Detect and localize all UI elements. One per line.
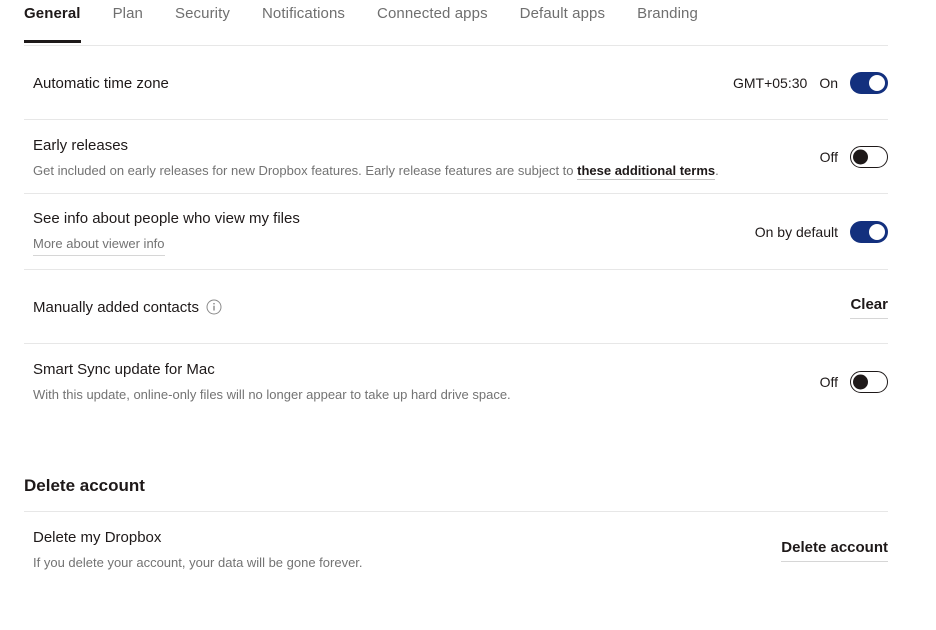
- row-text-block: Early releases Get included on early rel…: [24, 135, 719, 180]
- row-controls: Delete account: [781, 538, 888, 562]
- timezone-value: GMT+05:30: [732, 75, 808, 91]
- toggle-state-label: On: [819, 75, 838, 91]
- setting-description: If you delete your account, your data wi…: [33, 555, 363, 570]
- setting-description: Get included on early releases for new D…: [33, 162, 719, 180]
- general-settings-list: Automatic time zone GMT+05:30 On Early r…: [0, 46, 936, 418]
- row-text-block: Automatic time zone: [24, 73, 169, 94]
- info-circle-icon[interactable]: [206, 299, 222, 315]
- delete-account-section: Delete account Delete my Dropbox If you …: [0, 474, 936, 586]
- settings-page: General Plan Security Notifications Conn…: [0, 0, 936, 630]
- delete-account-header: Delete account: [24, 474, 888, 512]
- setting-title: Smart Sync update for Mac: [33, 361, 215, 378]
- more-about-viewer-info-link[interactable]: More about viewer info: [33, 235, 165, 256]
- tab-security[interactable]: Security: [175, 0, 230, 43]
- description-text-prefix: Get included on early releases for new D…: [33, 162, 578, 178]
- tab-branding[interactable]: Branding: [637, 0, 698, 43]
- section-title: Delete account: [24, 476, 145, 495]
- row-text-block: See info about people who view my files …: [24, 208, 300, 256]
- row-controls: On by default: [755, 221, 888, 243]
- row-controls: Off: [820, 146, 888, 168]
- delete-my-dropbox-row: Delete my Dropbox If you delete your acc…: [24, 512, 888, 586]
- toggle-state-label: Off: [819, 149, 838, 165]
- setting-title-wrapper: Manually added contacts: [33, 297, 222, 318]
- setting-title: Manually added contacts: [33, 298, 199, 316]
- setting-description: With this update, online-only files will…: [33, 387, 511, 402]
- settings-tabbar: General Plan Security Notifications Conn…: [0, 0, 936, 46]
- row-text-block: Delete my Dropbox If you delete your acc…: [24, 527, 363, 572]
- row-controls: Off: [819, 370, 888, 393]
- toggle-viewer-info[interactable]: [850, 221, 888, 243]
- setting-title: Automatic time zone: [33, 74, 169, 92]
- toggle-smart-sync[interactable]: [850, 370, 888, 393]
- toggle-early-releases[interactable]: [850, 146, 888, 168]
- toggle-knob: [869, 224, 885, 240]
- tab-general[interactable]: General: [24, 0, 81, 43]
- setting-row-automatic-time-zone: Automatic time zone GMT+05:30 On: [24, 46, 888, 120]
- setting-title: See info about people who view my files: [33, 210, 300, 227]
- row-text-block: Manually added contacts: [24, 297, 222, 318]
- tab-notifications[interactable]: Notifications: [262, 0, 345, 43]
- row-controls: GMT+05:30 On: [733, 72, 888, 94]
- tab-default-apps[interactable]: Default apps: [520, 0, 605, 43]
- toggle-knob: [853, 374, 868, 389]
- tab-plan[interactable]: Plan: [113, 0, 143, 43]
- toggle-state-label: Off: [819, 373, 838, 390]
- toggle-state-label: On by default: [754, 224, 838, 240]
- additional-terms-link[interactable]: these additional terms: [577, 162, 716, 180]
- setting-title: Delete my Dropbox: [33, 529, 162, 546]
- setting-row-viewer-info: See info about people who view my files …: [24, 194, 888, 270]
- setting-title: Early releases: [33, 136, 129, 154]
- setting-row-smart-sync: Smart Sync update for Mac With this upda…: [24, 344, 888, 418]
- toggle-knob: [869, 75, 885, 91]
- setting-row-early-releases: Early releases Get included on early rel…: [24, 120, 888, 194]
- toggle-automatic-time-zone[interactable]: [850, 72, 888, 94]
- toggle-knob: [853, 149, 868, 165]
- tab-connected-apps[interactable]: Connected apps: [377, 0, 488, 43]
- setting-row-manually-added-contacts: Manually added contacts Clear: [24, 270, 888, 344]
- description-text-suffix: .: [715, 162, 719, 178]
- clear-contacts-button[interactable]: Clear: [850, 295, 888, 319]
- delete-account-button[interactable]: Delete account: [781, 538, 888, 562]
- row-text-block: Smart Sync update for Mac With this upda…: [24, 359, 511, 404]
- row-controls: Clear: [850, 295, 888, 319]
